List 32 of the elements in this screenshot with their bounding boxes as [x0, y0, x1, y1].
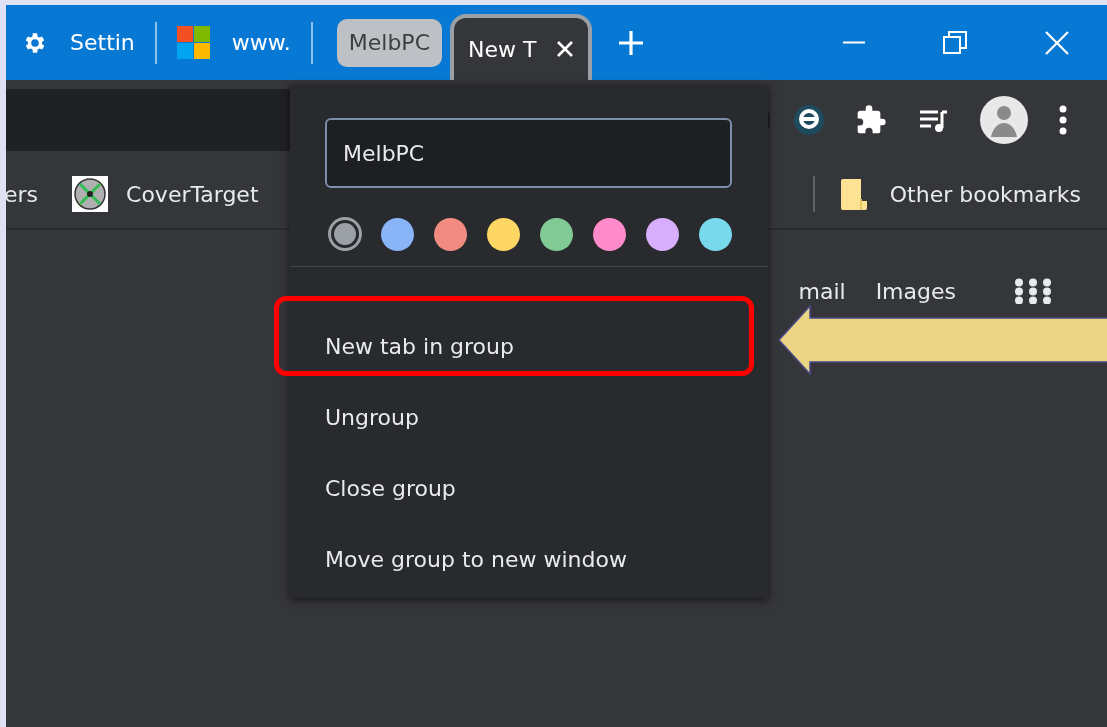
close-icon[interactable] [556, 40, 575, 58]
menu-item[interactable]: Close group [290, 453, 768, 524]
restore-icon[interactable] [943, 30, 967, 55]
bookmark[interactable]: CoverTarget [126, 181, 259, 207]
apps-grid-icon[interactable] [1014, 278, 1052, 304]
menu-item[interactable]: Ungroup [290, 382, 768, 453]
color-swatch[interactable] [381, 218, 414, 251]
menu-icon[interactable] [1059, 105, 1067, 135]
menu-item[interactable]: Move group to new window [290, 524, 768, 595]
bookmark[interactable]: ers [6, 181, 39, 207]
color-swatch[interactable] [487, 218, 520, 251]
tab[interactable]: Settin [18, 17, 139, 68]
new-tab-icon[interactable] [618, 29, 645, 56]
puzzle-icon[interactable] [855, 104, 887, 136]
avatar-icon[interactable] [979, 95, 1029, 145]
color-swatch[interactable] [434, 218, 467, 251]
menu-item[interactable]: New tab in group [290, 311, 768, 382]
color-swatch[interactable] [646, 218, 679, 251]
link[interactable]: Images [875, 278, 956, 304]
tab[interactable]: www. [172, 17, 295, 68]
four-squares-icon [176, 26, 210, 59]
tab-group-chip[interactable]: MelbPC [336, 18, 442, 67]
bookmark[interactable]: Other bookmarks [889, 181, 1081, 207]
color-swatch[interactable] [699, 218, 732, 251]
extension-icon[interactable] [793, 104, 825, 136]
folder-icon [840, 178, 868, 210]
link[interactable]: mail [798, 278, 846, 304]
disc-icon [72, 176, 109, 212]
color-swatch[interactable] [593, 218, 626, 251]
tab[interactable]: New T [450, 14, 593, 80]
group-name-field[interactable]: MelbPC [325, 118, 732, 188]
color-swatch[interactable] [540, 218, 573, 251]
